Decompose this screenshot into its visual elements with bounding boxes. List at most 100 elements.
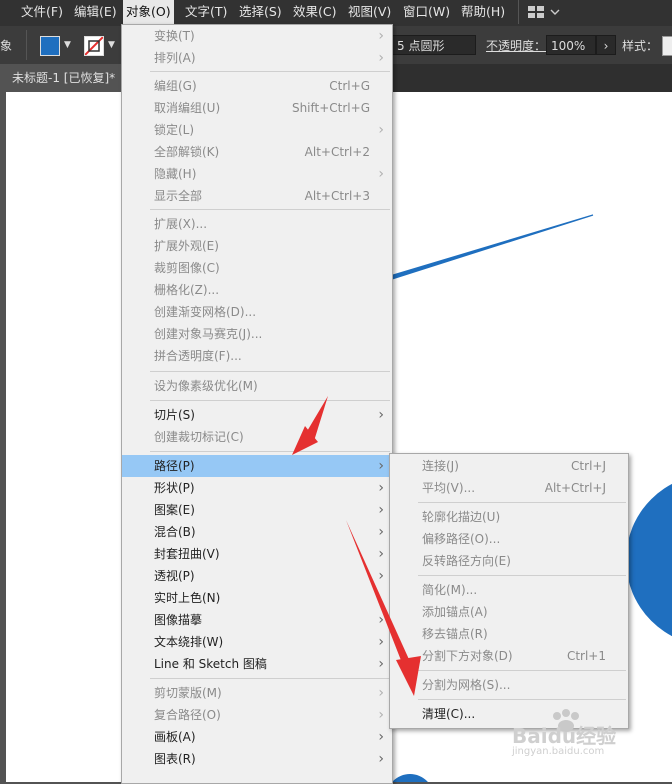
- menu-effect[interactable]: 效果(C): [290, 0, 339, 24]
- fill-color-swatch[interactable]: [40, 36, 60, 56]
- object-menu-item[interactable]: 图表(R) ›: [122, 748, 392, 770]
- object-menu-item[interactable]: 编组(G) Ctrl+G: [122, 75, 392, 97]
- grid-layout-icon[interactable]: [528, 5, 562, 22]
- menu-separator: [150, 71, 390, 72]
- path-submenu-item[interactable]: 移去锚点(R): [390, 623, 628, 645]
- menu-separator: [418, 699, 626, 700]
- object-menu-item[interactable]: 创建渐变网格(D)...: [122, 301, 392, 323]
- object-menu-item[interactable]: 文本绕排(W) ›: [122, 631, 392, 653]
- object-menu-item-shortcut: Alt+Ctrl+3: [304, 189, 370, 203]
- chevron-down-icon[interactable]: ▼: [108, 38, 118, 52]
- object-menu-item[interactable]: 取消编组(U) Shift+Ctrl+G: [122, 97, 392, 119]
- object-menu-item[interactable]: 扩展外观(E): [122, 235, 392, 257]
- path-submenu-item[interactable]: 分割下方对象(D) Ctrl+1: [390, 645, 628, 667]
- chevron-right-icon: ›: [378, 612, 384, 628]
- object-menu-item[interactable]: 创建对象马赛克(J)...: [122, 323, 392, 345]
- object-menu-item-label: 文本绕排(W): [154, 635, 224, 649]
- chevron-right-icon: ›: [378, 480, 384, 496]
- menu-help[interactable]: 帮助(H): [458, 0, 508, 24]
- object-menu-item[interactable]: 画板(A) ›: [122, 726, 392, 748]
- baidu-watermark: Baidu经验 jingyan.baidu.com: [512, 706, 642, 760]
- object-menu-item[interactable]: 创建裁切标记(C): [122, 426, 392, 448]
- object-menu-item[interactable]: 剪切蒙版(M) ›: [122, 682, 392, 704]
- object-menu-item-label: 剪切蒙版(M): [154, 686, 222, 700]
- chevron-right-icon: ›: [378, 50, 384, 66]
- object-menu-item[interactable]: 复合路径(O) ›: [122, 704, 392, 726]
- path-submenu-item-label: 反转路径方向(E): [422, 554, 511, 568]
- object-menu-item[interactable]: 封套扭曲(V) ›: [122, 543, 392, 565]
- menu-type[interactable]: 文字(T): [182, 0, 230, 24]
- object-menu-item-label: 复合路径(O): [154, 708, 221, 722]
- object-menu-item[interactable]: Line 和 Sketch 图稿 ›: [122, 653, 392, 675]
- path-submenu-item-label: 简化(M)...: [422, 583, 478, 597]
- chevron-right-icon: ›: [378, 634, 384, 650]
- opacity-label[interactable]: 不透明度：: [486, 37, 546, 54]
- object-menu-item-label: 透视(P): [154, 569, 195, 583]
- watermark-subtext: jingyan.baidu.com: [512, 746, 605, 757]
- blue-line-shape[interactable]: [389, 214, 594, 280]
- path-submenu-item[interactable]: 连接(J) Ctrl+J: [390, 455, 628, 477]
- menu-separator: [418, 670, 626, 671]
- object-menu-item-label: 图表(R): [154, 752, 196, 766]
- object-menu-item[interactable]: 实时上色(N): [122, 587, 392, 609]
- blue-circle-shape-bottom[interactable]: [386, 774, 434, 782]
- document-tab[interactable]: 未标题-1 [已恢复]*: [0, 64, 122, 92]
- path-submenu-item[interactable]: 添加锚点(A): [390, 601, 628, 623]
- object-menu-item[interactable]: 排列(A) ›: [122, 47, 392, 69]
- object-menu-item[interactable]: 显示全部 Alt+Ctrl+3: [122, 185, 392, 207]
- object-menu-item-label: 创建渐变网格(D)...: [154, 305, 257, 319]
- path-submenu-item[interactable]: 简化(M)...: [390, 579, 628, 601]
- chevron-right-icon[interactable]: ›: [596, 35, 616, 55]
- chevron-right-icon: ›: [378, 656, 384, 672]
- object-menu-item-label: 排列(A): [154, 51, 196, 65]
- chevron-right-icon: ›: [378, 407, 384, 423]
- graphic-style-swatch[interactable]: [662, 36, 672, 56]
- object-menu-item[interactable]: 混合(B) ›: [122, 521, 392, 543]
- object-menu-item[interactable]: 切片(S) ›: [122, 404, 392, 426]
- object-menu-item[interactable]: 图像描摹 ›: [122, 609, 392, 631]
- object-menu-item-label: 图像描摹: [154, 613, 203, 627]
- object-menu-item[interactable]: 锁定(L) ›: [122, 119, 392, 141]
- object-menu-item[interactable]: 路径(P) ›: [122, 455, 392, 477]
- brush-definition-field[interactable]: 5 点圆形: [392, 35, 476, 55]
- object-menu-item[interactable]: 拼合透明度(F)...: [122, 345, 392, 367]
- path-submenu-item-label: 分割下方对象(D): [422, 649, 513, 663]
- object-menu-item[interactable]: 栅格化(Z)...: [122, 279, 392, 301]
- object-menu-item[interactable]: 设为像素级优化(M): [122, 375, 392, 397]
- object-menu-item-label: 显示全部: [154, 189, 203, 203]
- object-menu-item[interactable]: 形状(P) ›: [122, 477, 392, 499]
- object-menu-item[interactable]: 隐藏(H) ›: [122, 163, 392, 185]
- menu-window[interactable]: 窗口(W): [400, 0, 453, 24]
- menu-file[interactable]: 文件(F): [18, 0, 66, 24]
- path-submenu-item-label: 添加锚点(A): [422, 605, 488, 619]
- menu-select[interactable]: 选择(S): [236, 0, 285, 24]
- object-menu-item-label: 图案(E): [154, 503, 195, 517]
- menu-separator: [150, 451, 390, 452]
- stroke-none-swatch[interactable]: [84, 36, 104, 56]
- object-menu-item[interactable]: 全部解锁(K) Alt+Ctrl+2: [122, 141, 392, 163]
- object-menu-item[interactable]: 裁剪图像(C): [122, 257, 392, 279]
- opacity-field[interactable]: 100%: [546, 35, 596, 55]
- object-menu-item-label: 扩展(X)...: [154, 217, 208, 231]
- path-submenu-item[interactable]: 平均(V)... Alt+Ctrl+J: [390, 477, 628, 499]
- blue-circle-shape[interactable]: [626, 474, 672, 646]
- object-menu-item[interactable]: 图案(E) ›: [122, 499, 392, 521]
- chevron-down-icon[interactable]: ▼: [64, 38, 74, 52]
- object-menu-item-label: 隐藏(H): [154, 167, 197, 181]
- menu-view[interactable]: 视图(V): [345, 0, 394, 24]
- menu-object[interactable]: 对象(O): [123, 0, 174, 24]
- object-menu-item-label: Line 和 Sketch 图稿: [154, 657, 267, 671]
- object-menu-item-label: 封套扭曲(V): [154, 547, 220, 561]
- path-submenu-item[interactable]: 偏移路径(O)...: [390, 528, 628, 550]
- object-menu: 变换(T) › 排列(A) › 编组(G) Ctrl+G 取消编组(U) Shift+Ctrl…: [121, 24, 393, 784]
- chevron-right-icon: ›: [378, 685, 384, 701]
- path-submenu-item[interactable]: 轮廓化描边(U): [390, 506, 628, 528]
- toolbar-divider: [26, 30, 27, 60]
- object-menu-item[interactable]: 扩展(X)...: [122, 213, 392, 235]
- object-menu-item[interactable]: 透视(P) ›: [122, 565, 392, 587]
- object-menu-item-label: 画板(A): [154, 730, 196, 744]
- menu-edit[interactable]: 编辑(E): [71, 0, 120, 24]
- object-menu-item[interactable]: 变换(T) ›: [122, 25, 392, 47]
- path-submenu-item[interactable]: 反转路径方向(E): [390, 550, 628, 572]
- path-submenu-item[interactable]: 分割为网格(S)...: [390, 674, 628, 696]
